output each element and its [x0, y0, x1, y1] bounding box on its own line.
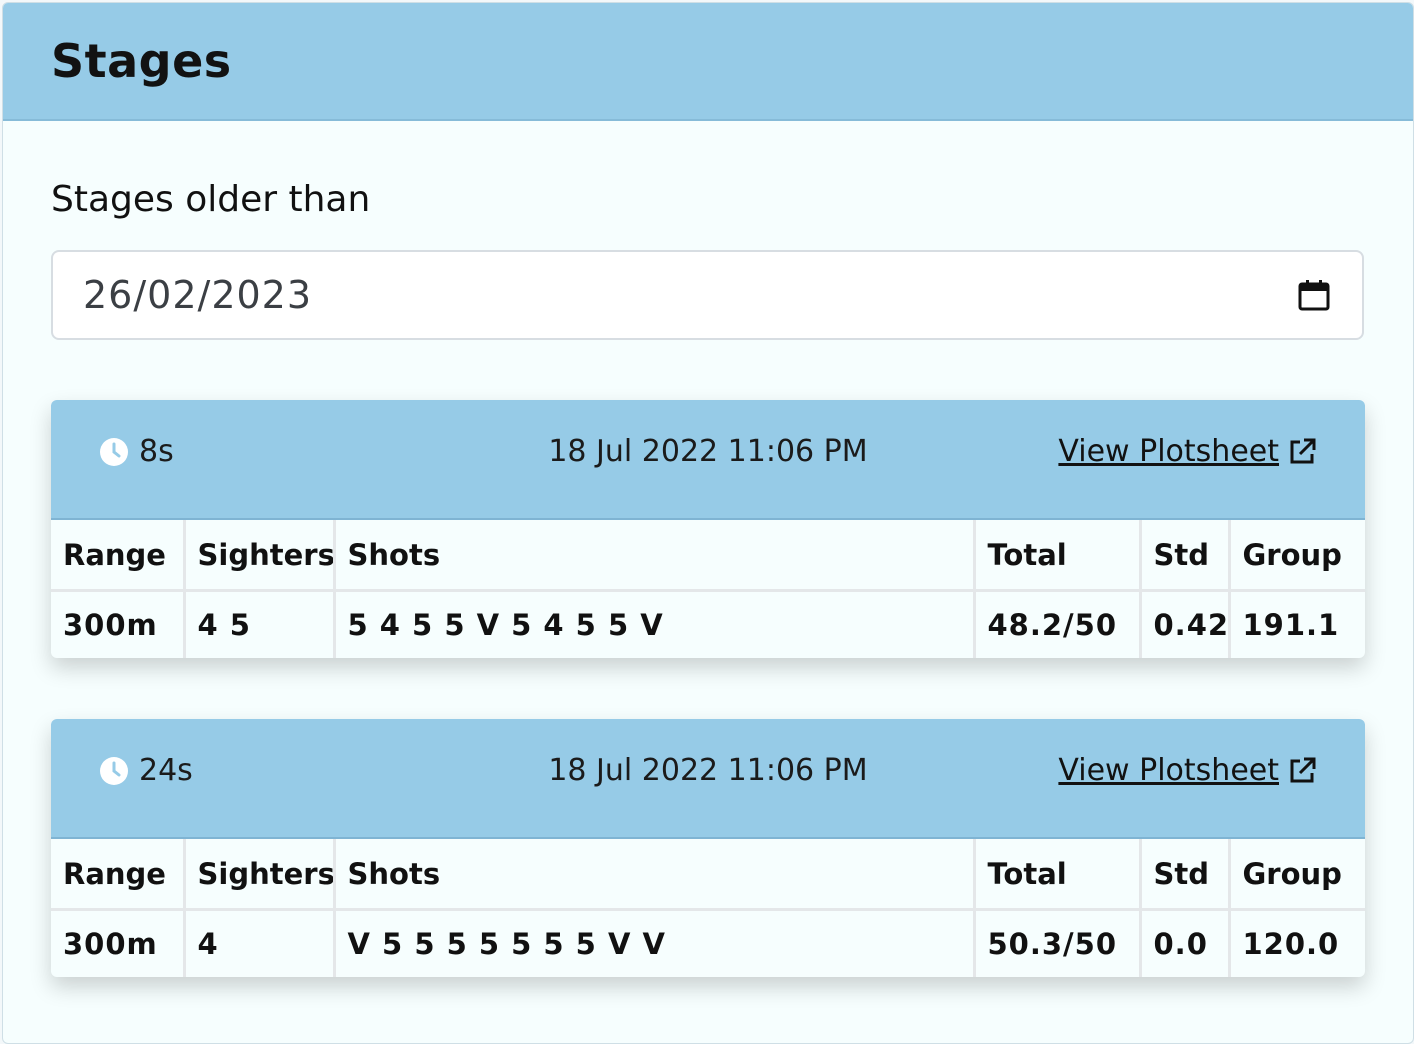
stage-card: 8s 18 Jul 2022 11:06 PM View Plotsheet R… [51, 400, 1365, 658]
col-header-std: Std [1140, 839, 1231, 911]
date-input[interactable]: 26/02/2023 [51, 250, 1364, 340]
cell-std: 0.42 [1140, 590, 1231, 658]
col-header-range: Range [51, 839, 186, 911]
stage-header: 8s 18 Jul 2022 11:06 PM View Plotsheet [51, 400, 1365, 520]
col-header-total: Total [974, 520, 1142, 592]
card-header: Stages [3, 3, 1413, 121]
col-header-group: Group [1229, 520, 1365, 592]
cell-group: 191.1 [1242, 608, 1340, 642]
cell-range: 300m [51, 590, 186, 658]
stages-card: Stages Stages older than 26/02/2023 8s 1… [2, 2, 1414, 1044]
view-plotsheet-link[interactable]: View Plotsheet [1058, 434, 1317, 469]
col-header-sighters: Sighters [184, 839, 336, 911]
cell-std: 0.0 [1140, 909, 1231, 977]
table-header-row: Range Sighters Shots Total Std Group [51, 520, 1365, 592]
col-header-shots: Shots [334, 520, 976, 592]
stage-table: Range Sighters Shots Total Std Group 300… [51, 839, 1365, 977]
cell-range: 300m [51, 909, 186, 977]
view-plotsheet-label[interactable]: View Plotsheet [1058, 434, 1279, 469]
date-filter-label: Stages older than [51, 179, 371, 220]
col-header-total: Total [974, 839, 1142, 911]
stage-header: 24s 18 Jul 2022 11:06 PM View Plotsheet [51, 719, 1365, 839]
stage-card: 24s 18 Jul 2022 11:06 PM View Plotsheet [51, 719, 1365, 977]
calendar-icon[interactable] [1296, 277, 1332, 313]
external-link-icon[interactable] [1287, 437, 1317, 467]
cell-shots: V 5 5 5 5 5 5 5 V V [334, 909, 976, 977]
cell-sighters: 4 5 [184, 590, 336, 658]
page-title: Stages [51, 34, 232, 88]
table-row: 300m 4 5 5 4 5 5 V 5 4 5 5 V 48.2/50 0.4… [51, 590, 1365, 658]
col-header-range: Range [51, 520, 186, 592]
date-input-value[interactable]: 26/02/2023 [83, 273, 1296, 317]
cell-total: 48.2/50 [974, 590, 1142, 658]
cell-group: 120.0 [1242, 927, 1340, 961]
col-header-sighters: Sighters [184, 520, 336, 592]
cell-shots: 5 4 5 5 V 5 4 5 5 V [334, 590, 976, 658]
col-header-group: Group [1229, 839, 1365, 911]
cell-sighters: 4 [184, 909, 336, 977]
stage-table: Range Sighters Shots Total Std Group 300… [51, 520, 1365, 658]
view-plotsheet-label[interactable]: View Plotsheet [1058, 753, 1279, 788]
view-plotsheet-link[interactable]: View Plotsheet [1058, 753, 1317, 788]
table-header-row: Range Sighters Shots Total Std Group [51, 839, 1365, 911]
cell-total: 50.3/50 [974, 909, 1142, 977]
col-header-shots: Shots [334, 839, 976, 911]
external-link-icon[interactable] [1287, 756, 1317, 786]
table-row: 300m 4 V 5 5 5 5 5 5 5 V V 50.3/50 0.0 1… [51, 909, 1365, 977]
col-header-std: Std [1140, 520, 1231, 592]
